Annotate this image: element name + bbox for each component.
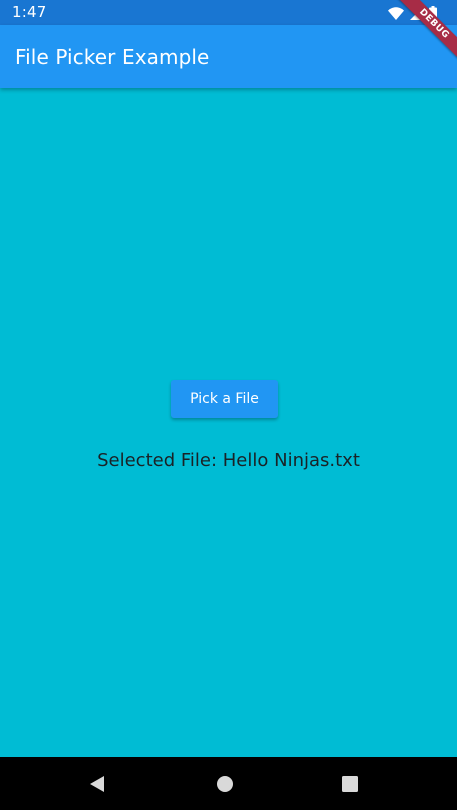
home-icon[interactable] — [215, 774, 235, 794]
status-icons — [388, 5, 437, 21]
wifi-icon — [388, 6, 404, 20]
navigation-bar — [0, 757, 457, 810]
signal-icon — [410, 6, 423, 20]
app-title: File Picker Example — [15, 45, 210, 69]
status-bar: 1:47 — [0, 0, 457, 25]
recents-icon[interactable] — [340, 774, 360, 794]
selected-file-text: Selected File: Hello Ninjas.txt — [97, 450, 360, 471]
status-time: 1:47 — [12, 3, 47, 21]
app-screen: 1:47 File Picker Example DEBUG Pick a Fi… — [0, 0, 457, 810]
battery-icon — [429, 6, 437, 20]
app-bar: File Picker Example — [0, 25, 457, 88]
pick-file-button[interactable]: Pick a File — [171, 380, 278, 418]
back-icon[interactable] — [87, 774, 107, 794]
